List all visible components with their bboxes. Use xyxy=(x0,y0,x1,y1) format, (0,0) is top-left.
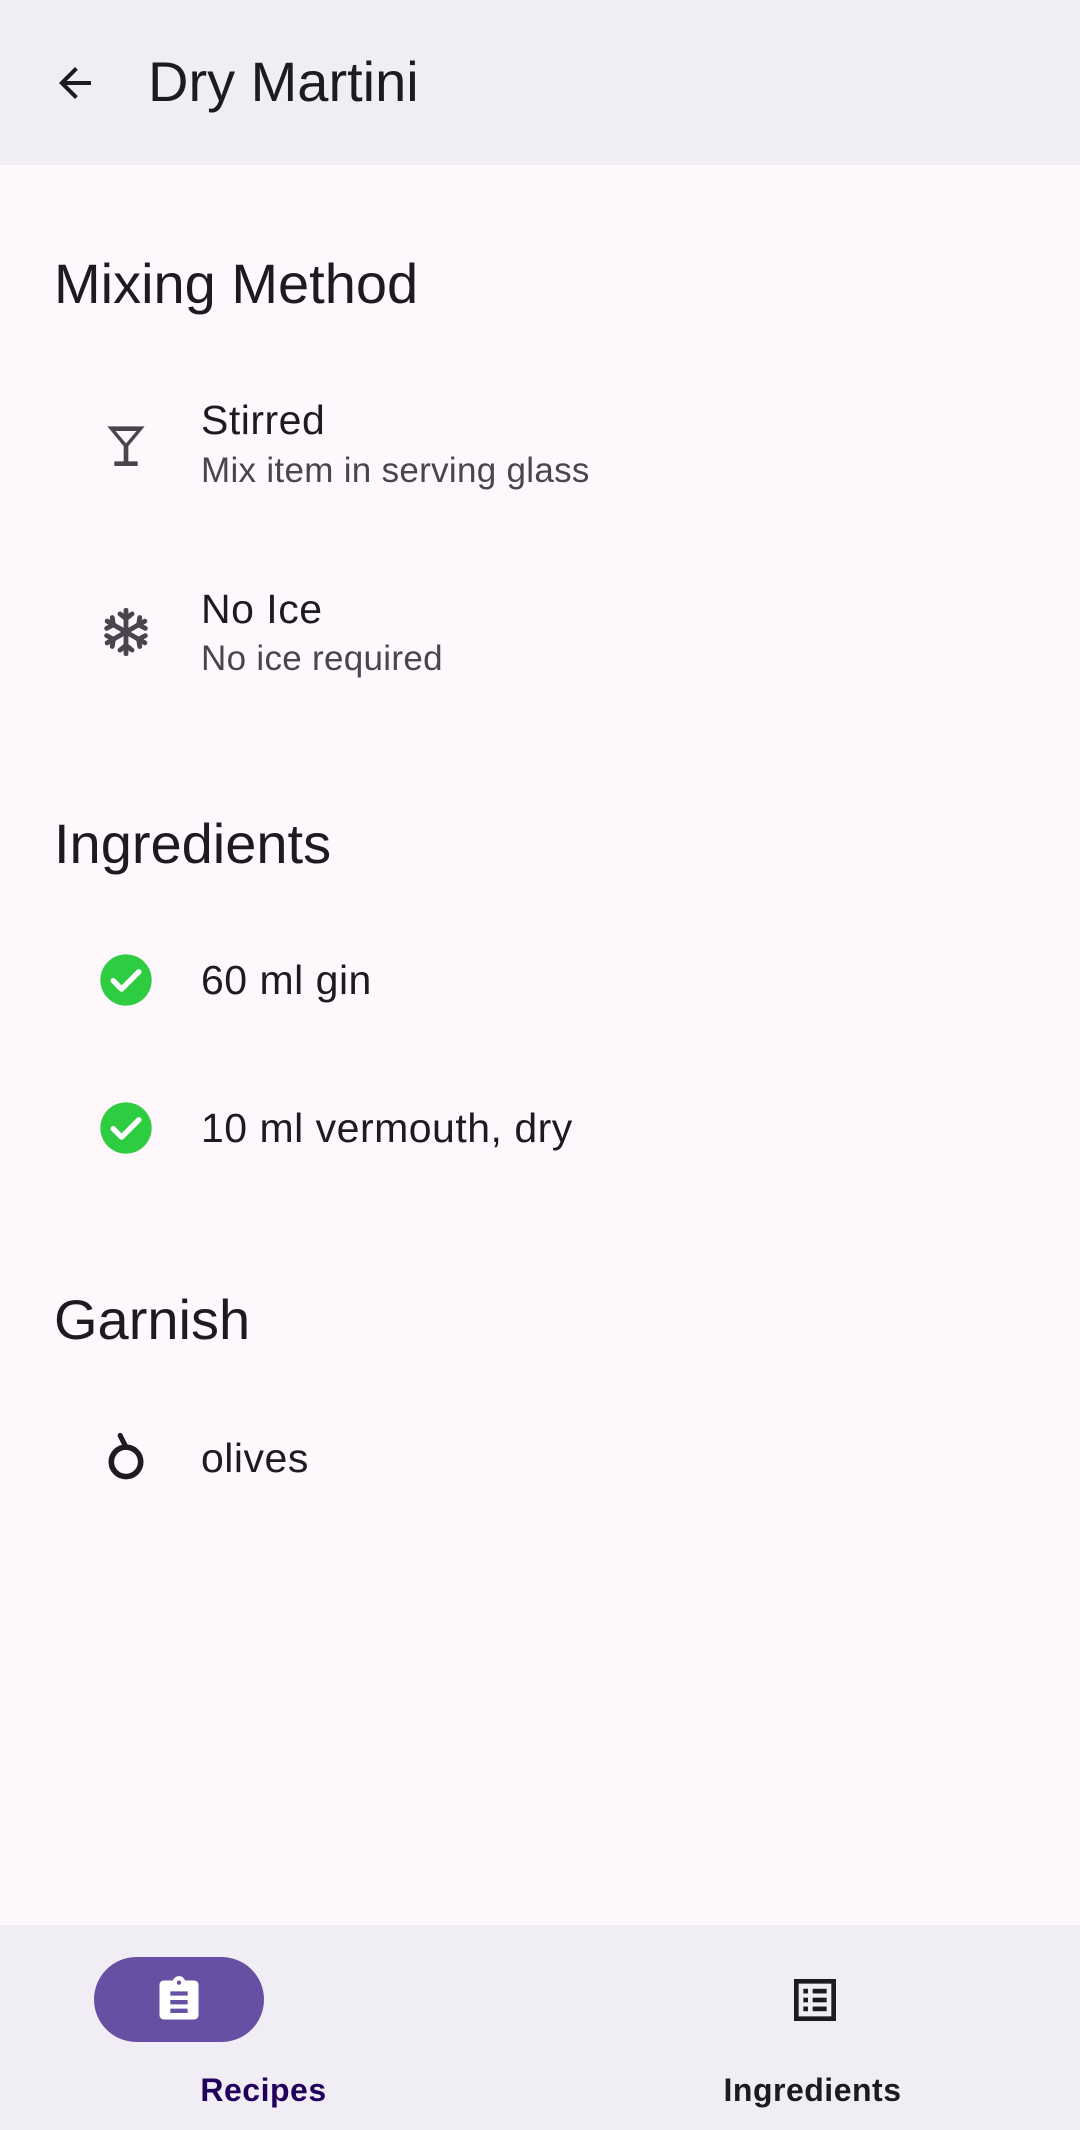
back-button[interactable] xyxy=(30,38,120,128)
check-circle-icon xyxy=(96,950,156,1010)
nav-label-ingredients: Ingredients xyxy=(723,2072,902,2108)
mixing-method-label: No Ice xyxy=(201,586,323,632)
arrow-back-icon xyxy=(59,67,91,99)
bottom-navigation: Recipes Ingredients xyxy=(0,1925,1080,2130)
garnish-label: olives xyxy=(201,1435,309,1481)
ingredient-label: 10 ml vermouth, dry xyxy=(201,1105,573,1151)
garnish-heading: Garnish xyxy=(54,1288,251,1351)
recipe-clipboard-icon xyxy=(159,1975,199,2019)
nav-indicator xyxy=(94,1957,264,2042)
check-circle-icon xyxy=(96,1098,156,1158)
nav-indicator xyxy=(730,1957,900,2042)
mixing-method-description: No ice required xyxy=(201,639,443,678)
page-title: Dry Martini xyxy=(148,50,419,113)
snowflake-icon xyxy=(96,602,156,662)
ingredients-heading: Ingredients xyxy=(54,812,332,875)
mixing-method-heading: Mixing Method xyxy=(54,252,419,315)
list-icon xyxy=(794,1978,836,2021)
garnish-item: olives xyxy=(0,1426,1080,1490)
ingredient-item: 60 ml gin xyxy=(0,950,1080,1010)
mixing-method-description: Mix item in serving glass xyxy=(201,451,590,490)
fruit-icon xyxy=(96,1426,156,1486)
mixing-method-item-stirred: Stirred Mix item in serving glass xyxy=(0,390,1080,510)
top-app-bar: Dry Martini xyxy=(0,0,1080,165)
nav-label-recipes: Recipes xyxy=(200,2072,327,2108)
nav-item-ingredients[interactable]: Ingredients xyxy=(540,1925,1080,2130)
ingredient-label: 60 ml gin xyxy=(201,957,372,1003)
mixing-method-label: Stirred xyxy=(201,397,326,443)
nav-item-recipes[interactable]: Recipes xyxy=(0,1925,540,2130)
mixing-method-item-no-ice: No Ice No ice required xyxy=(0,580,1080,700)
martini-glass-icon xyxy=(96,415,156,475)
ingredient-item: 10 ml vermouth, dry xyxy=(0,1098,1080,1158)
